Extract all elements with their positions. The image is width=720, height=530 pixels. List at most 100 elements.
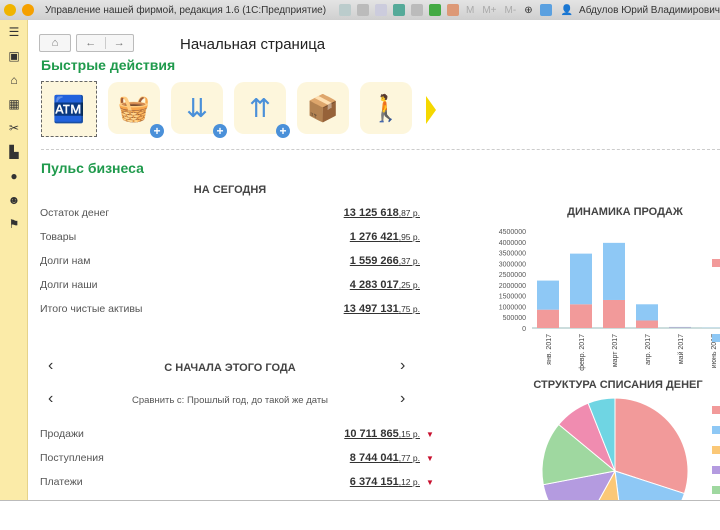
metric-value-frac: ,37 р.: [398, 256, 420, 266]
dropdown-icon[interactable]: [22, 4, 34, 16]
metric-value-link[interactable]: 13 125 618,87 р.: [344, 207, 420, 219]
metric-value-link[interactable]: 10 711 865,15 р.: [344, 428, 420, 440]
quick-actions-title: Быстрые действия: [41, 57, 176, 73]
print-icon[interactable]: [357, 4, 369, 16]
courier-icon: 🚶: [369, 92, 403, 123]
box-icon: 📦: [306, 92, 340, 123]
memory-button[interactable]: M: [466, 5, 474, 16]
y-tick-label: 4000000: [499, 240, 526, 247]
y-tick-label: 1500000: [499, 294, 526, 301]
metric-value-int: 13 125 618: [343, 207, 399, 219]
metric-value-int: 13 497 131: [343, 303, 399, 315]
legend-swatch: [712, 466, 720, 474]
bar-segment: [669, 326, 691, 328]
metric-value-int: 8 744 041: [349, 452, 399, 464]
y-tick-label: 0: [522, 326, 526, 333]
legend-swatch: [712, 259, 720, 267]
memory-plus-button[interactable]: M+: [482, 5, 496, 16]
y-tick-label: 3000000: [499, 261, 526, 268]
legend-swatch: [712, 486, 720, 494]
quick-action-money-in[interactable]: ⇊ +: [171, 82, 227, 138]
y-tick-label: 500000: [503, 315, 526, 322]
metric-value-int: 6 374 151: [349, 476, 399, 488]
desktop-icon[interactable]: ▣: [0, 44, 28, 68]
forward-button[interactable]: →: [106, 37, 134, 49]
bar-segment: [636, 304, 658, 321]
trend-down-icon: ▼: [426, 430, 434, 439]
zoom-icon[interactable]: ⊕: [524, 5, 532, 16]
history-buttons: ← →: [76, 34, 134, 52]
main-area: ⌂ ← → Начальная страница Быстрые действи…: [30, 20, 720, 500]
metric-row: Долги наши 4 283 017,25 р.: [40, 279, 420, 291]
metric-label: Поступления: [40, 452, 104, 464]
expense-structure-chart: СТРУКТУРА СПИСАНИЯ ДЕНЕГ: [533, 379, 720, 500]
people-icon[interactable]: ☻: [0, 188, 28, 212]
home-button[interactable]: ⌂: [39, 34, 71, 52]
period-next-button[interactable]: ›: [400, 357, 405, 375]
calendar-icon[interactable]: [447, 4, 459, 16]
page-title: Начальная страница: [180, 36, 326, 53]
metric-value-frac: ,75 р.: [398, 304, 420, 314]
metric-value-link[interactable]: 13 497 131,75 р.: [344, 303, 420, 315]
home-icon: ⌂: [51, 37, 59, 49]
bar-segment: [636, 320, 658, 328]
tools-icon[interactable]: ✂: [0, 116, 28, 140]
compare-prev-button[interactable]: ‹: [48, 390, 53, 408]
basket-add-icon: 🧺: [117, 92, 151, 123]
document-icon[interactable]: [411, 4, 423, 16]
metric-value-int: 4 283 017: [349, 279, 399, 291]
flag-icon[interactable]: ⚑: [0, 212, 28, 236]
metric-value-link[interactable]: 1 559 266,37 р.: [350, 255, 420, 267]
basket-icon[interactable]: ⌂: [0, 68, 28, 92]
period-prev-button[interactable]: ‹: [48, 357, 53, 375]
bar-segment: [537, 309, 559, 328]
memory-minus-button[interactable]: M-: [505, 5, 517, 16]
sidebar: ☰ ▣ ⌂ ▦ ✂ ▙ ● ☻ ⚑: [0, 20, 28, 500]
app-menu-icon[interactable]: [4, 4, 16, 16]
calculator-icon[interactable]: [429, 4, 441, 16]
metric-label: Товары: [40, 231, 77, 243]
quick-action-cash-register[interactable]: 🏧: [41, 81, 97, 137]
metric-value-link[interactable]: 4 283 017,25 р.: [350, 279, 420, 291]
metric-row: Товары 1 276 421,95 р.: [40, 231, 420, 243]
metric-row: Поступления 8 744 041,77 р.: [40, 452, 420, 464]
window-title: Управление нашей фирмой, редакция 1.6 (1…: [45, 4, 327, 16]
compare-next-button[interactable]: ›: [400, 390, 405, 408]
metric-value-link[interactable]: 1 276 421,95 р.: [350, 231, 420, 243]
legend-swatch: [712, 406, 720, 414]
warehouse-icon[interactable]: ▦: [0, 92, 28, 116]
quick-action-goods[interactable]: 📦: [297, 82, 349, 134]
y-tick-label: 2500000: [499, 272, 526, 279]
period-title: С НАЧАЛА ЭТОГО ГОДА: [164, 362, 296, 374]
scroll-right-icon[interactable]: [426, 96, 436, 124]
save-icon[interactable]: [339, 4, 351, 16]
metric-label: Продажи: [40, 428, 84, 440]
y-tick-label: 4500000: [499, 229, 526, 236]
quick-action-new-sale[interactable]: 🧺 +: [108, 82, 164, 138]
metric-label: Итого чистые активы: [40, 303, 143, 315]
panel-icon[interactable]: [539, 4, 552, 16]
quick-action-money-out[interactable]: ⇈ +: [234, 82, 290, 138]
user-name[interactable]: Абдулов Юрий Владимирович: [579, 5, 720, 16]
metric-value-frac: ,25 р.: [398, 280, 420, 290]
metric-value-frac: ,15 р.: [398, 429, 420, 439]
money-icon[interactable]: ●: [0, 164, 28, 188]
metric-value-link[interactable]: 6 374 151,12 р.: [350, 476, 420, 488]
metric-row: Долги нам 1 559 266,37 р.: [40, 255, 420, 267]
y-tick-label: 1000000: [499, 304, 526, 311]
metric-value-frac: ,77 р.: [398, 453, 420, 463]
bar-segment: [537, 280, 559, 310]
menu-icon[interactable]: ☰: [0, 20, 28, 44]
factory-icon[interactable]: ▙: [0, 140, 28, 164]
metric-label: Остаток денег: [40, 207, 110, 219]
metric-value-link[interactable]: 8 744 041,77 р.: [350, 452, 420, 464]
bar-segment: [570, 304, 592, 328]
upload-icon[interactable]: [393, 4, 405, 16]
back-button[interactable]: ←: [77, 37, 106, 49]
preview-icon[interactable]: [375, 4, 387, 16]
quick-action-courier[interactable]: 🚶: [360, 82, 412, 134]
metric-value-frac: ,87 р.: [398, 208, 420, 218]
metric-row: Остаток денег 13 125 618,87 р.: [40, 207, 420, 219]
trend-down-icon: ▼: [426, 454, 434, 463]
bar-segment: [603, 299, 625, 328]
